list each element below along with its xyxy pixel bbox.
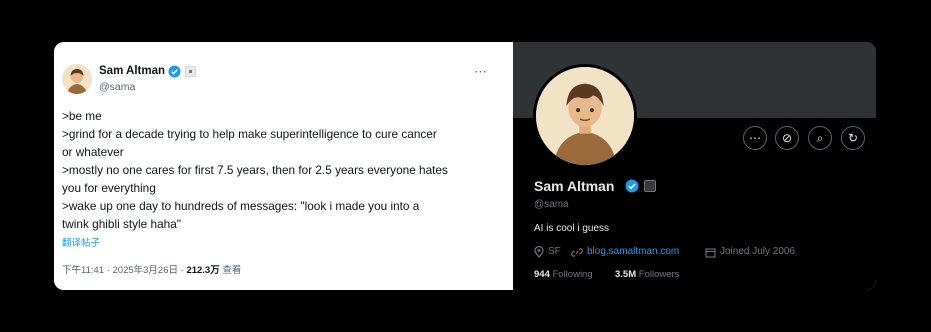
- followers-label: Followers: [636, 269, 680, 280]
- profile-website-link[interactable]: blog.samaltman.com: [587, 246, 679, 257]
- tweet-line: >grind for a decade trying to help make …: [62, 127, 437, 141]
- affiliation-badge-icon[interactable]: [644, 180, 656, 192]
- notify-button[interactable]: ↻: [841, 126, 865, 150]
- tweet-line: >mostly no one cares for first 7.5 years…: [62, 163, 448, 177]
- tweet-line: >be me: [62, 109, 102, 123]
- search-button[interactable]: ⌕: [808, 126, 832, 150]
- calendar-icon: [705, 248, 716, 258]
- profile-panel: ⋯ ⊘ ⌕ ↻ Sam Altman @sama AI is cool i gu…: [513, 42, 876, 290]
- followers-count: 3.5M: [615, 269, 637, 280]
- tweet-meta: 下午11:41 · 2025年3月26日 · 212.3万 查看: [62, 262, 241, 276]
- tweet-text: >be me >grind for a decade trying to hel…: [62, 107, 508, 233]
- location-pin-icon: [534, 246, 544, 258]
- tweet-line: you for everything: [62, 181, 156, 195]
- tweet-line: twink ghibli style haha": [62, 217, 181, 231]
- author-handle[interactable]: @sama: [99, 81, 135, 93]
- views-count: 212.3万: [186, 265, 220, 276]
- tweet-line: or whatever: [62, 145, 124, 159]
- affiliation-badge-icon[interactable]: [185, 66, 196, 77]
- screenshot-frame: Sam Altman @sama ⋯ >be me >grind for a d…: [54, 42, 876, 290]
- profile-bio: AI is cool i guess: [534, 223, 610, 234]
- translate-post-link[interactable]: 翻译帖子: [62, 235, 100, 249]
- tweet-panel: Sam Altman @sama ⋯ >be me >grind for a d…: [54, 42, 513, 290]
- profile-location: SF: [548, 246, 561, 257]
- more-button[interactable]: ⋯: [743, 126, 767, 150]
- profile-joined: Joined July 2006: [720, 246, 796, 257]
- author-name[interactable]: Sam Altman: [99, 65, 165, 77]
- views-label: 查看: [219, 265, 242, 276]
- profile-avatar[interactable]: [533, 64, 637, 168]
- verified-badge-icon: [168, 65, 181, 78]
- timestamp-link[interactable]: 下午11:41 · 2025年3月26日 ·: [62, 265, 186, 276]
- verified-badge-icon[interactable]: [625, 179, 639, 193]
- tweet-line: >wake up one day to hundreds of messages…: [62, 199, 420, 213]
- grok-button[interactable]: ⊘: [775, 126, 799, 150]
- link-icon: [571, 248, 583, 257]
- profile-name: Sam Altman: [534, 178, 615, 194]
- profile-handle: @sama: [534, 199, 569, 210]
- more-options-icon[interactable]: ⋯: [474, 64, 488, 80]
- following-label: Following: [549, 269, 593, 280]
- following-link[interactable]: 944 Following: [534, 269, 593, 280]
- following-count: 944: [534, 269, 550, 280]
- author-avatar[interactable]: [62, 64, 92, 94]
- followers-link[interactable]: 3.5M Followers: [615, 269, 679, 280]
